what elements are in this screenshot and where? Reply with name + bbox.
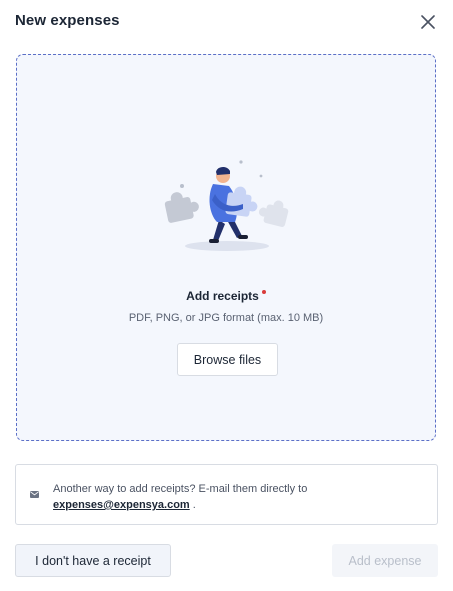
- no-receipt-button[interactable]: I don't have a receipt: [15, 544, 171, 577]
- accepted-formats-text: PDF, PNG, or JPG format (max. 10 MB): [128, 312, 324, 324]
- close-icon: [421, 15, 435, 29]
- email-suffix: .: [189, 499, 196, 511]
- close-button[interactable]: [418, 12, 438, 32]
- email-receipts-message: Another way to add receipts? E-mail them…: [53, 483, 308, 495]
- receipt-dropzone[interactable]: Add receipts PDF, PNG, or JPG format (ma…: [16, 54, 436, 441]
- email-receipts-text: Another way to add receipts? E-mail them…: [53, 481, 423, 513]
- required-indicator: [261, 290, 266, 294]
- email-receipts-notice: Another way to add receipts? E-mail them…: [15, 464, 438, 525]
- person-carrying-puzzle-piece-illustration: [164, 160, 289, 251]
- receipts-email-link[interactable]: expenses@expensya.com: [53, 499, 190, 511]
- add-expense-button[interactable]: Add expense: [332, 544, 438, 577]
- add-receipts-label: Add receipts: [186, 289, 259, 303]
- browse-files-button[interactable]: Browse files: [177, 343, 278, 376]
- mail-icon: [30, 491, 39, 498]
- add-receipts-heading: Add receipts: [17, 289, 435, 303]
- modal-title: New expenses: [15, 12, 120, 29]
- new-expenses-modal: New expenses Add receipts PDF, PNG, or J…: [0, 0, 453, 591]
